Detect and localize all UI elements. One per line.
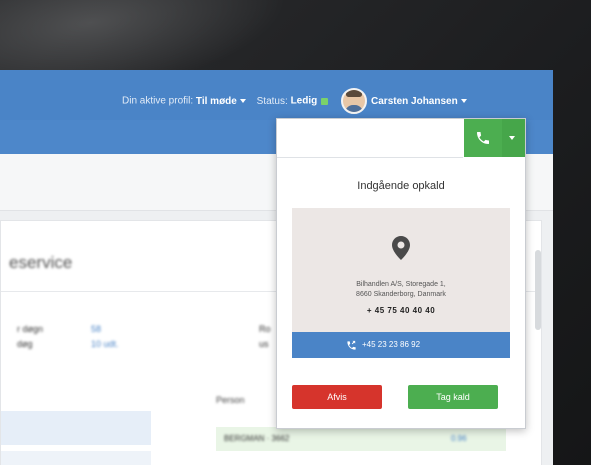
meta-label: r døgn	[17, 324, 44, 334]
list-item[interactable]	[1, 451, 151, 465]
chevron-down-icon	[239, 98, 246, 103]
address-line: Bilhandlen A/S, Storegade 1,	[356, 281, 446, 288]
map-pin-icon	[392, 236, 410, 260]
meta-value[interactable]: 10 udt.	[91, 339, 119, 349]
call-button[interactable]	[464, 119, 502, 157]
list-item[interactable]	[1, 411, 151, 445]
active-profile-label: Din aktive profil:	[122, 95, 194, 107]
caller-number-bar[interactable]: +45 23 23 86 92	[292, 332, 510, 358]
meta-label: us	[259, 339, 269, 349]
accept-call-button[interactable]: Tag kald	[408, 385, 498, 409]
popup-heading: Indgående opkald	[357, 180, 445, 192]
address-line: 8660 Skanderborg, Danmark	[356, 291, 446, 298]
caller-phone: + 45 75 40 40 40	[366, 306, 436, 315]
status-value[interactable]: Ledig	[291, 96, 318, 107]
dial-input[interactable]	[277, 119, 463, 158]
meta-value[interactable]: 58	[91, 324, 101, 334]
active-profile-value: Til møde	[195, 95, 237, 107]
caller-address: Bilhandlen A/S, Storegade 1, 8660 Skande…	[292, 280, 510, 300]
meta-label: Ro	[259, 324, 271, 334]
status-label: Status:	[256, 95, 288, 107]
row-value: 0.96	[451, 434, 467, 443]
table-row[interactable]: BERGMAN · 3662 0.96	[216, 427, 506, 451]
active-profile-dropdown[interactable]: Til møde	[196, 96, 246, 107]
caller-info-box: Bilhandlen A/S, Storegade 1, 8660 Skande…	[292, 208, 510, 332]
row-text: BERGMAN · 3662	[224, 434, 290, 443]
chevron-down-icon	[460, 99, 467, 103]
meta-label: døg	[17, 339, 33, 349]
user-menu[interactable]: Carsten Johansen	[331, 88, 467, 114]
top-navigation-bar: Din aktive profil: Til møde Status: Ledi…	[0, 70, 553, 120]
phone-icon	[477, 132, 489, 144]
scrollbar[interactable]	[535, 250, 541, 330]
page-title: eservice	[9, 253, 73, 272]
status-indicator-icon	[321, 97, 329, 105]
chevron-down-icon	[509, 136, 515, 140]
reject-call-button[interactable]: Afvis	[292, 385, 382, 409]
section-label: Person	[216, 395, 245, 405]
incoming-call-popup: Indgående opkald Bilhandlen A/S, Storega…	[276, 118, 526, 429]
profile-status-row: Din aktive profil: Til møde Status: Ledi…	[122, 88, 467, 114]
avatar	[341, 88, 368, 114]
user-name: Carsten Johansen	[371, 95, 458, 107]
phone-forward-icon	[347, 340, 356, 350]
caller-number: +45 23 23 86 92	[362, 340, 421, 349]
call-options-dropdown[interactable]	[502, 119, 525, 157]
